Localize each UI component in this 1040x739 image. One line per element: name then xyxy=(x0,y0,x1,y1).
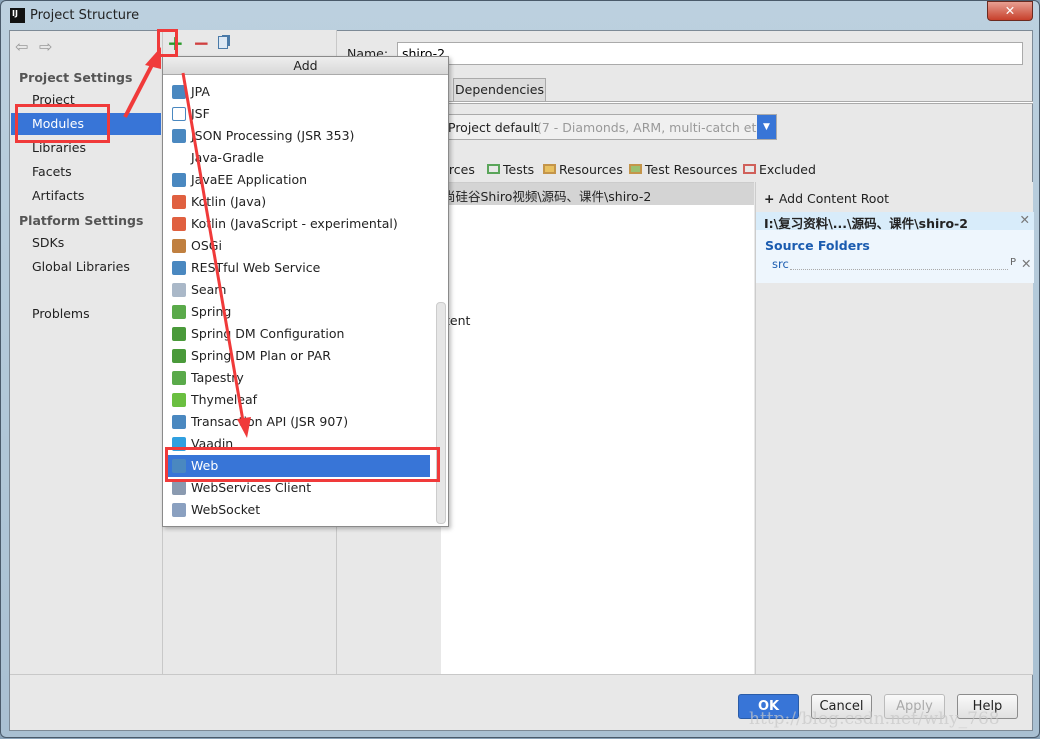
arrow-modules-to-add xyxy=(123,62,155,118)
arrowhead-add xyxy=(145,47,161,69)
annotation-arrows xyxy=(123,47,251,438)
project-structure-window: IJ Project Structure ✕ ⇦ ⇨ Project Setti… xyxy=(0,0,1040,738)
arrowhead-web xyxy=(237,417,251,438)
arrow-to-web xyxy=(181,72,245,422)
